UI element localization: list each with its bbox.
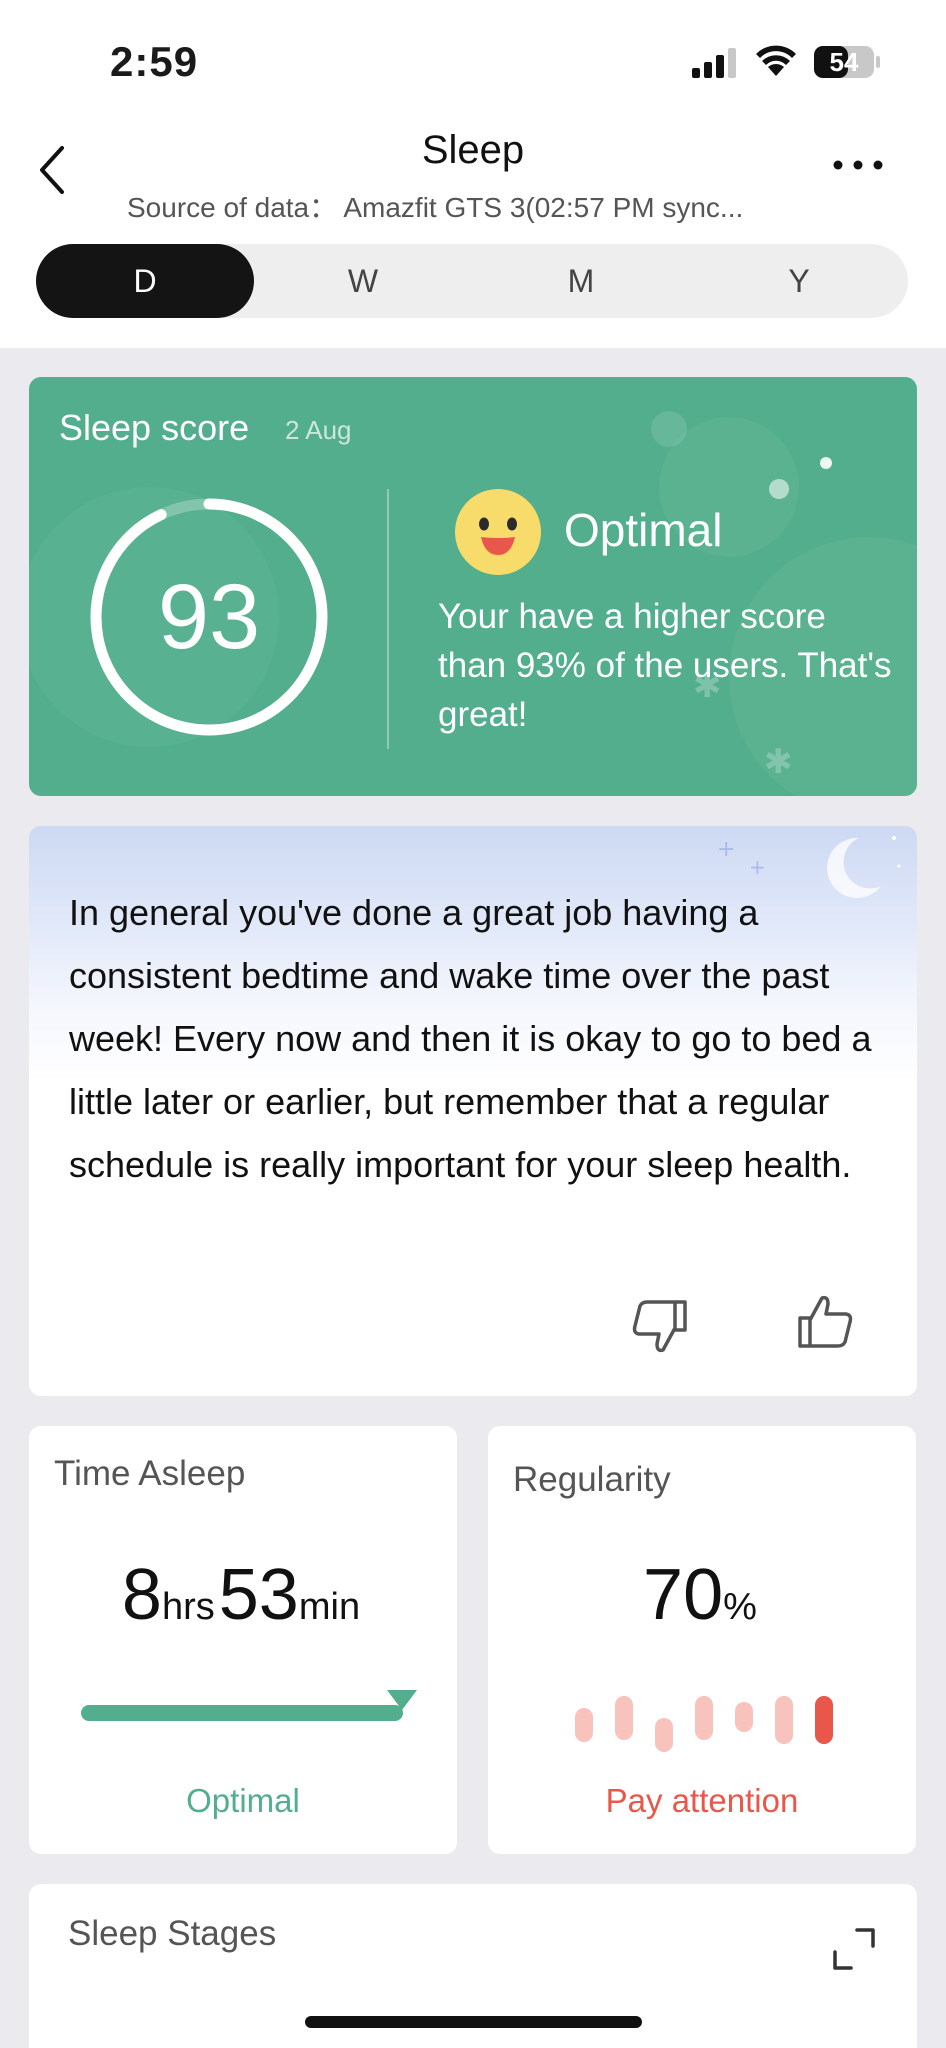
- wifi-icon: [756, 45, 796, 76]
- tab-week[interactable]: W: [254, 244, 472, 318]
- insight-card: + + In general you've done a great job h…: [29, 826, 917, 1396]
- regularity-bar: [815, 1696, 833, 1744]
- sleep-score-date: 2 Aug: [285, 415, 352, 445]
- time-asleep-label: Time Asleep: [54, 1454, 246, 1493]
- insight-text: In general you've done a great job havin…: [69, 892, 872, 1185]
- regularity-label: Regularity: [513, 1460, 671, 1499]
- thumb-up-icon[interactable]: [794, 1290, 856, 1352]
- time-asleep-bar: [81, 1705, 403, 1721]
- regularity-bar: [775, 1696, 793, 1744]
- sleep-score-card[interactable]: ✱ ✱ Sleep score 2 Aug 93 Optimal Your ha…: [29, 377, 917, 796]
- period-selector: D W M Y: [36, 244, 908, 318]
- asleep-hours: 8: [121, 1555, 162, 1635]
- regularity-number: 70: [643, 1555, 724, 1635]
- tab-year[interactable]: Y: [690, 244, 908, 318]
- battery-level: 54: [829, 47, 859, 77]
- sleep-score-status: Optimal: [564, 504, 723, 556]
- smiley-icon: [455, 489, 541, 575]
- tab-day[interactable]: D: [36, 244, 254, 318]
- time-asleep-card[interactable]: Time Asleep 8hrs53min Optimal: [29, 1426, 457, 1854]
- time-asleep-status: Optimal: [186, 1782, 300, 1819]
- status-time: 2:59: [110, 38, 199, 85]
- svg-text:✱: ✱: [764, 742, 793, 782]
- signal-icon: [692, 48, 736, 78]
- regularity-bar: [575, 1708, 593, 1742]
- svg-text:+: +: [717, 837, 735, 862]
- tab-month[interactable]: M: [472, 244, 690, 318]
- sleep-score-description: Your have a higher score than 93% of the…: [438, 597, 892, 734]
- asleep-minutes: 53: [218, 1555, 299, 1635]
- sleep-score-value: 93: [157, 565, 261, 668]
- time-asleep-value: 8hrs53min: [29, 1554, 457, 1636]
- sleep-stages-title: Sleep Stages: [68, 1914, 277, 1953]
- asleep-minutes-unit: min: [298, 1586, 361, 1628]
- regularity-bar: [735, 1702, 753, 1732]
- target-marker-icon: [387, 1690, 417, 1710]
- regularity-bar: [695, 1696, 713, 1740]
- svg-text:+: +: [749, 855, 766, 879]
- regularity-bars: [575, 1696, 833, 1752]
- divider: [387, 489, 389, 749]
- asleep-hours-unit: hrs: [161, 1586, 215, 1628]
- sleep-score-title: Sleep score: [59, 407, 250, 448]
- regularity-value: 70%: [488, 1554, 916, 1636]
- home-indicator[interactable]: [305, 2016, 642, 2028]
- regularity-status: Pay attention: [605, 1782, 799, 1819]
- page-title: Sleep: [421, 128, 525, 172]
- regularity-bar: [615, 1696, 633, 1740]
- data-source-label: Source of data： Amazfit GTS 3(02:57 PM s…: [127, 192, 744, 223]
- regularity-bar: [655, 1718, 673, 1752]
- expand-icon[interactable]: [831, 1926, 877, 1972]
- status-bar: 2:59 54: [0, 0, 946, 120]
- more-icon[interactable]: [830, 150, 886, 180]
- regularity-unit: %: [723, 1586, 757, 1628]
- thumb-down-icon[interactable]: [629, 1296, 691, 1358]
- regularity-card[interactable]: Regularity 70% Pay attention: [488, 1426, 916, 1854]
